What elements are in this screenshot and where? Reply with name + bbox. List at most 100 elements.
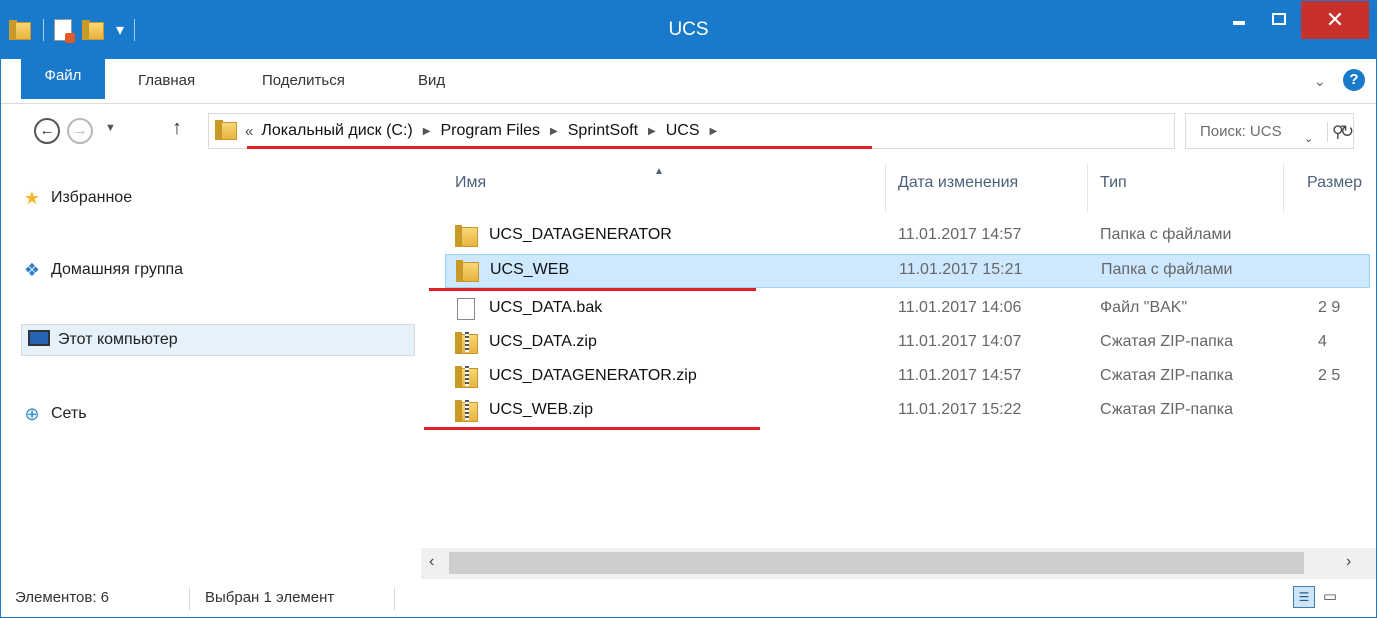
maximize-button[interactable] xyxy=(1259,1,1299,37)
file-type: Папка с файлами xyxy=(1101,261,1233,278)
window-title: UCS xyxy=(668,19,709,40)
nav-item-homegroup[interactable]: ❖ Домашняя группа xyxy=(21,254,183,286)
breadcrumb-arrow-icon[interactable]: ▶ xyxy=(710,126,718,137)
selection-count: Выбран 1 элемент xyxy=(205,589,335,606)
file-row[interactable]: UCS_WEB 11.01.2017 15:21 Папка с файлами xyxy=(445,254,1370,288)
column-header-type[interactable]: Тип xyxy=(1100,174,1127,192)
zip-folder-icon xyxy=(455,400,479,422)
back-button[interactable]: ← xyxy=(34,118,60,144)
file-size: 2 5 xyxy=(1318,367,1341,384)
tab-share[interactable]: Поделиться xyxy=(262,59,345,103)
file-name: UCS_DATA.zip xyxy=(489,333,597,350)
star-icon: ★ xyxy=(23,188,41,208)
minimize-button[interactable] xyxy=(1219,1,1259,37)
file-date: 11.01.2017 15:22 xyxy=(898,401,1022,418)
maximize-icon xyxy=(1272,13,1286,25)
address-bar[interactable]: « Локальный диск (C:) ▶ Program Files ▶ … xyxy=(208,113,1354,149)
forward-button[interactable]: → xyxy=(67,118,93,144)
arrow-right-icon: → xyxy=(72,122,88,139)
file-date: 11.01.2017 14:06 xyxy=(898,299,1022,316)
file-type: Файл "BAK" xyxy=(1100,299,1188,316)
help-icon[interactable]: ? xyxy=(1343,69,1365,91)
folder-icon xyxy=(215,120,239,140)
file-name: UCS_WEB.zip xyxy=(489,401,594,418)
expand-ribbon-icon[interactable]: ⌄ xyxy=(1314,73,1326,90)
close-button[interactable]: ✕ xyxy=(1301,1,1369,39)
zip-folder-icon xyxy=(455,366,479,388)
breadcrumb-item[interactable]: Локальный диск (C:) xyxy=(261,122,412,140)
scroll-right-icon[interactable]: › xyxy=(1346,553,1351,571)
explorer-window: ▾ UCS ✕ Файл Главная Поделиться Вид ⌄ ? … xyxy=(0,0,1377,618)
breadcrumb: « Локальный диск (C:) ▶ Program Files ▶ … xyxy=(245,122,727,140)
search-box[interactable]: Поиск: UCS ⚲ xyxy=(1185,113,1354,149)
scrollbar-thumb[interactable] xyxy=(449,552,1304,574)
horizontal-scrollbar[interactable]: ‹ › xyxy=(421,548,1376,579)
breadcrumb-arrow-icon[interactable]: ▶ xyxy=(550,126,558,137)
close-icon: ✕ xyxy=(1325,7,1345,32)
nav-item-label: Домашняя группа xyxy=(51,261,184,278)
nav-item-this-pc[interactable]: Этот компьютер xyxy=(21,324,415,356)
file-date: 11.01.2017 15:21 xyxy=(899,261,1023,278)
status-bar: Элементов: 6 Выбран 1 элемент ☰ ▭ xyxy=(1,579,1376,617)
file-row[interactable]: UCS_WEB.zip 11.01.2017 15:22 Сжатая ZIP-… xyxy=(445,395,1370,429)
file-name: UCS_DATAGENERATOR xyxy=(489,226,672,243)
file-date: 11.01.2017 14:57 xyxy=(898,226,1022,243)
breadcrumb-overflow[interactable]: « xyxy=(245,123,253,140)
title-bar[interactable]: ▾ UCS ✕ xyxy=(1,1,1376,59)
column-header-name[interactable]: Имя xyxy=(455,174,486,192)
status-separator xyxy=(394,588,395,610)
file-name: UCS_WEB xyxy=(490,261,570,278)
homegroup-icon: ❖ xyxy=(23,260,41,280)
up-button[interactable]: ↑ xyxy=(172,117,182,140)
annotation-underline xyxy=(429,288,756,291)
nav-item-favorites[interactable]: ★ Избранное xyxy=(21,182,132,214)
zip-folder-icon xyxy=(455,332,479,354)
file-type: Сжатая ZIP-папка xyxy=(1100,401,1234,418)
breadcrumb-arrow-icon[interactable]: ▶ xyxy=(648,126,656,137)
large-icons-view-icon[interactable]: ▭ xyxy=(1319,586,1341,608)
folder-icon xyxy=(456,260,480,282)
tab-view[interactable]: Вид xyxy=(418,59,445,103)
file-icon xyxy=(457,298,475,320)
column-header-date[interactable]: Дата изменения xyxy=(898,174,1018,192)
breadcrumb-arrow-icon[interactable]: ▶ xyxy=(423,126,431,137)
item-count: Элементов: 6 xyxy=(15,589,110,606)
column-separator[interactable] xyxy=(1283,164,1284,212)
column-separator[interactable] xyxy=(1087,164,1088,212)
nav-item-label: Избранное xyxy=(51,189,133,206)
file-list: ▲ Имя Дата изменения Тип Размер UCS_DATA… xyxy=(421,158,1376,548)
file-name: UCS_DATAGENERATOR.zip xyxy=(489,367,697,384)
file-size: 4 xyxy=(1318,333,1327,350)
ribbon-tabs: Файл Главная Поделиться Вид ⌄ ? xyxy=(1,59,1376,104)
scroll-left-icon[interactable]: ‹ xyxy=(429,553,434,571)
address-row: ← → ▼ ↑ « Локальный диск (C:) ▶ Program … xyxy=(1,104,1376,158)
breadcrumb-item[interactable]: UCS xyxy=(666,122,700,140)
file-row[interactable]: UCS_DATA.zip 11.01.2017 14:07 Сжатая ZIP… xyxy=(445,327,1370,361)
minimize-icon xyxy=(1233,21,1245,25)
column-header-size[interactable]: Размер xyxy=(1307,174,1362,192)
search-input[interactable]: Поиск: UCS xyxy=(1200,123,1282,140)
file-row[interactable]: UCS_DATA.bak 11.01.2017 14:06 Файл "BAK"… xyxy=(445,293,1370,327)
status-separator xyxy=(189,588,190,610)
file-date: 11.01.2017 14:57 xyxy=(898,367,1022,384)
column-separator[interactable] xyxy=(885,164,886,212)
file-type: Сжатая ZIP-папка xyxy=(1100,333,1234,350)
details-view-icon[interactable]: ☰ xyxy=(1293,586,1315,608)
file-row[interactable]: UCS_DATAGENERATOR.zip 11.01.2017 14:57 С… xyxy=(445,361,1370,395)
breadcrumb-item[interactable]: Program Files xyxy=(440,122,540,140)
computer-icon xyxy=(28,330,50,350)
file-type: Папка с файлами xyxy=(1100,226,1232,243)
annotation-underline xyxy=(424,427,760,430)
tab-file[interactable]: Файл xyxy=(21,59,105,99)
nav-item-label: Сеть xyxy=(51,405,87,422)
recent-locations-icon[interactable]: ▼ xyxy=(105,122,116,134)
network-icon: ⊕ xyxy=(24,404,40,424)
file-row[interactable]: UCS_DATAGENERATOR 11.01.2017 14:57 Папка… xyxy=(445,220,1370,254)
search-icon: ⚲ xyxy=(1332,124,1344,141)
file-name: UCS_DATA.bak xyxy=(489,299,603,316)
folder-icon xyxy=(455,225,479,247)
breadcrumb-item[interactable]: SprintSoft xyxy=(568,122,638,140)
arrow-left-icon: ← xyxy=(39,122,55,139)
nav-item-network[interactable]: ⊕ Сеть xyxy=(21,398,87,430)
tab-home[interactable]: Главная xyxy=(138,59,195,103)
